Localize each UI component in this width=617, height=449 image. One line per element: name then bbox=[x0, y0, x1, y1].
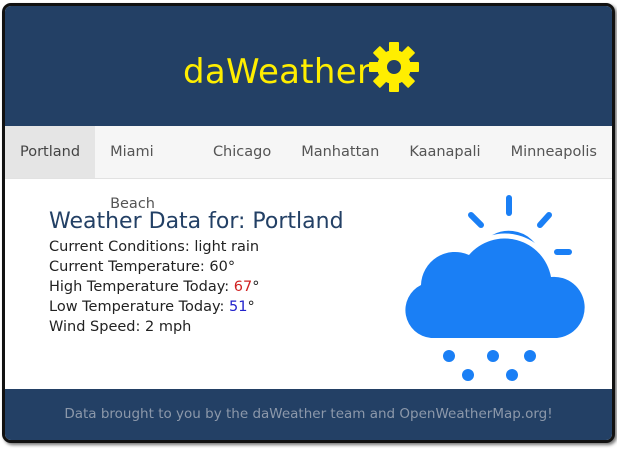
weather-info: Weather Data for: Portland Current Condi… bbox=[49, 209, 344, 337]
current-temp-row: Current Temperature: 60° bbox=[49, 257, 344, 277]
footer-text: Data brought to you by the daWeather tea… bbox=[64, 406, 553, 422]
degree-symbol: ° bbox=[247, 299, 255, 315]
current-temp-value: 60 bbox=[209, 259, 228, 275]
sun-cloud-rain-icon bbox=[400, 195, 589, 381]
footer: Data brought to you by the daWeather tea… bbox=[5, 389, 612, 440]
tab-miami-beach[interactable]: Miami Beach bbox=[95, 126, 198, 212]
tab-chicago[interactable]: Chicago bbox=[198, 126, 286, 178]
high-temp-value: 67 bbox=[233, 279, 253, 295]
header: daWeather bbox=[5, 6, 612, 126]
degree-symbol: ° bbox=[252, 279, 260, 295]
conditions-row: Current Conditions: light rain bbox=[49, 237, 344, 257]
app-title: daWeather bbox=[183, 52, 372, 92]
conditions-label: Current Conditions: bbox=[49, 239, 195, 255]
city-tabs: Portland Miami Beach Chicago Manhattan K… bbox=[5, 126, 612, 212]
brand: daWeather bbox=[183, 40, 421, 94]
tab-manhattan[interactable]: Manhattan bbox=[286, 126, 394, 178]
conditions-value: light rain bbox=[194, 239, 260, 255]
tab-portland[interactable]: Portland bbox=[5, 126, 96, 178]
weather-title: Weather Data for: Portland bbox=[49, 209, 344, 234]
high-temp-row: High Temperature Today: 67° bbox=[49, 277, 344, 297]
low-temp-value: 51 bbox=[229, 299, 248, 315]
low-temp-row: Low Temperature Today: 51° bbox=[49, 297, 344, 317]
high-temp-label: High Temperature Today: bbox=[49, 279, 234, 295]
current-temp-label: Current Temperature: bbox=[49, 259, 210, 275]
tab-kaanapali[interactable]: Kaanapali bbox=[394, 126, 495, 178]
app-window: daWeather Portland Miami Beach Chicago M… bbox=[2, 3, 615, 443]
degree-symbol: ° bbox=[227, 259, 236, 275]
wind-row: Wind Speed: 2 mph bbox=[49, 317, 344, 337]
gear-icon bbox=[369, 42, 420, 92]
tab-minneapolis[interactable]: Minneapolis bbox=[496, 126, 612, 178]
low-temp-label: Low Temperature Today: bbox=[49, 299, 229, 315]
wind-value: 2 mph bbox=[145, 319, 192, 335]
wind-label: Wind Speed: bbox=[49, 319, 145, 335]
weather-panel: Weather Data for: Portland Current Condi… bbox=[5, 179, 612, 389]
